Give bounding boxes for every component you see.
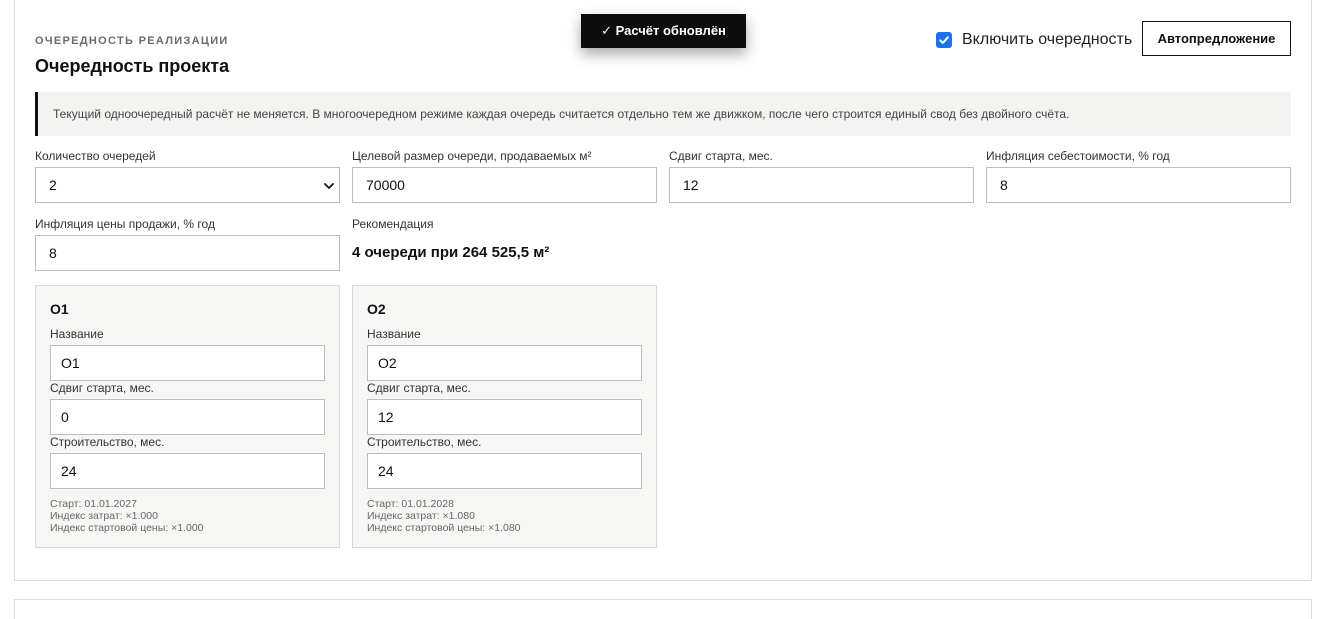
target-size-value: 70000 <box>366 177 405 193</box>
queue-shift-input[interactable]: 12 <box>367 399 642 435</box>
cost-inflation-value: 8 <box>1000 177 1008 193</box>
queue-price-index: Индекс стартовой цены: ×1.080 <box>367 522 521 534</box>
enable-queues-toggle[interactable]: Включить очередность <box>934 28 1132 52</box>
queue-build-input[interactable]: 24 <box>367 453 642 489</box>
queue-name-input[interactable]: О1 <box>50 345 325 381</box>
price-inflation-value: 8 <box>49 245 57 261</box>
queue-build-label: Строительство, мес. <box>367 435 482 449</box>
target-size-input[interactable]: 70000 <box>352 167 657 203</box>
queue-shift-label: Сдвиг старта, мес. <box>50 381 154 395</box>
queue-build-label: Строительство, мес. <box>50 435 165 449</box>
queue-cost-index: Индекс затрат: ×1.080 <box>367 510 475 522</box>
section-eyebrow: ОЧЕРЕДНОСТЬ РЕАЛИЗАЦИИ <box>35 35 229 47</box>
queue-shift-label: Сдвиг старта, мес. <box>367 381 471 395</box>
cost-inflation-input[interactable]: 8 <box>986 167 1291 203</box>
queue-name-input[interactable]: О2 <box>367 345 642 381</box>
enable-queues-label: Включить очередность <box>962 31 1133 48</box>
queue-card-title: О2 <box>367 301 386 317</box>
status-toast: ✓ Расчёт обновлён <box>581 14 746 48</box>
queue-card-title: О1 <box>50 301 69 317</box>
queue-count-select[interactable]: 2 <box>35 167 340 203</box>
enable-queues-checkbox[interactable] <box>936 32 952 48</box>
price-inflation-label: Инфляция цены продажи, % год <box>35 217 215 231</box>
queue-shift-value: 12 <box>378 409 394 425</box>
recommendation-value: 4 очереди при 264 525,5 м² <box>352 244 550 261</box>
queue-count-value: 2 <box>49 177 57 193</box>
checkmark-icon <box>939 36 949 44</box>
queue-name-value: О2 <box>378 355 397 371</box>
queue-shift-input[interactable]: 0 <box>50 399 325 435</box>
start-shift-input[interactable]: 12 <box>669 167 974 203</box>
recommendation-label: Рекомендация <box>352 217 434 231</box>
queue-name-label: Название <box>50 327 104 341</box>
queue-build-value: 24 <box>61 463 77 479</box>
autosuggest-button[interactable]: Автопредложение <box>1142 21 1291 56</box>
page-title: Очередность проекта <box>35 56 230 76</box>
info-note-text: Текущий одноочередный расчёт не меняется… <box>53 107 1070 121</box>
queue-build-input[interactable]: 24 <box>50 453 325 489</box>
info-note: Текущий одноочередный расчёт не меняется… <box>35 92 1291 136</box>
chevron-down-icon <box>324 183 334 189</box>
target-size-label: Целевой размер очереди, продаваемых м² <box>352 149 592 163</box>
queue-cost-index: Индекс затрат: ×1.000 <box>50 510 158 522</box>
queue-card: О1 Название О1 Сдвиг старта, мес. 0 Стро… <box>35 285 340 548</box>
queue-name-label: Название <box>367 327 421 341</box>
cost-inflation-label: Инфляция себестоимости, % год <box>986 149 1170 163</box>
start-shift-value: 12 <box>683 177 699 193</box>
price-inflation-input[interactable]: 8 <box>35 235 340 271</box>
queue-card: О2 Название О2 Сдвиг старта, мес. 12 Стр… <box>352 285 657 548</box>
queue-name-value: О1 <box>61 355 80 371</box>
queue-price-index: Индекс стартовой цены: ×1.000 <box>50 522 204 534</box>
queue-count-label: Количество очередей <box>35 149 156 163</box>
queue-start-date: Старт: 01.01.2027 <box>50 498 137 510</box>
start-shift-label: Сдвиг старта, мес. <box>669 149 773 163</box>
queue-build-value: 24 <box>378 463 394 479</box>
queue-start-date: Старт: 01.01.2028 <box>367 498 454 510</box>
queue-shift-value: 0 <box>61 409 69 425</box>
next-panel <box>14 599 1312 619</box>
